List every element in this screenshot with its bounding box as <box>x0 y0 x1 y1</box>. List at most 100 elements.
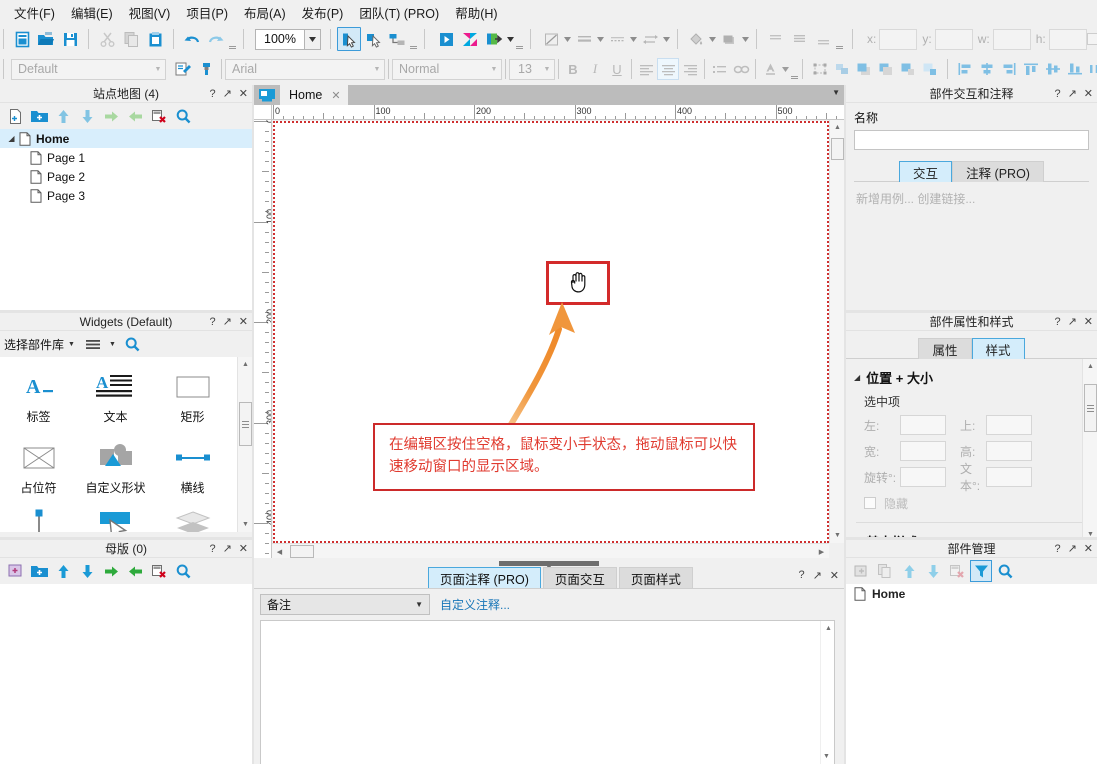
widgets-grid[interactable]: A 标签 A 文本 矩形 占位符 自定义形状 横线 ▲ ▼ <box>0 357 252 532</box>
top-field[interactable] <box>986 415 1032 435</box>
float-icon[interactable]: ↗ <box>1068 543 1077 555</box>
scroll-right-icon[interactable]: ▶ <box>814 544 829 559</box>
scrollbar-thumb[interactable] <box>239 402 252 446</box>
toolbar-overflow[interactable] <box>515 27 524 51</box>
align-objects-center-icon[interactable] <box>976 58 998 80</box>
w-field[interactable] <box>992 28 1031 50</box>
widget-library-select[interactable]: 选择部件库 <box>4 336 64 353</box>
delete-icon[interactable] <box>148 105 170 127</box>
align-center-icon[interactable] <box>657 58 679 80</box>
help-icon[interactable]: ? <box>798 569 804 582</box>
select-relative-icon[interactable] <box>337 27 361 51</box>
preview-icon[interactable] <box>434 27 458 51</box>
scrollbar-thumb[interactable] <box>1084 384 1097 432</box>
masters-list[interactable] <box>0 584 252 764</box>
close-icon[interactable]: ✕ <box>239 88 248 100</box>
chevron-down-icon[interactable]: ▼ <box>68 341 75 348</box>
float-icon[interactable]: ↗ <box>813 569 822 582</box>
menu-publish[interactable]: 发布(P) <box>294 0 352 25</box>
fill-color-icon[interactable] <box>684 27 708 51</box>
text-rotate-field[interactable] <box>986 467 1032 487</box>
float-icon[interactable]: ↗ <box>223 88 232 100</box>
select-contained-icon[interactable] <box>361 27 385 51</box>
sitemap-item-page2[interactable]: Page 2 <box>0 167 252 186</box>
distribute-horizontal-icon[interactable] <box>1086 58 1097 80</box>
widget-custom-shape[interactable]: 自定义形状 <box>77 434 154 505</box>
menu-layout[interactable]: 布局(A) <box>236 0 294 25</box>
tab-style[interactable]: 样式 <box>971 338 1025 359</box>
left-field[interactable] <box>900 415 946 435</box>
menu-edit[interactable]: 编辑(E) <box>63 0 121 25</box>
align-objects-right-icon[interactable] <box>998 58 1020 80</box>
properties-scrollbar[interactable]: ▲ ▼ <box>1082 359 1097 542</box>
toolbar-overflow[interactable] <box>790 57 799 81</box>
sitemap-item-page3[interactable]: Page 3 <box>0 186 252 205</box>
scroll-up-icon[interactable]: ▲ <box>238 357 252 372</box>
align-objects-top-icon[interactable] <box>1020 58 1042 80</box>
scrollbar-thumb[interactable] <box>290 545 314 558</box>
italic-button[interactable]: I <box>584 58 606 80</box>
properties-manager-splitter[interactable] <box>846 537 1097 540</box>
help-icon[interactable]: ? <box>1054 543 1060 555</box>
link-icon[interactable] <box>730 58 752 80</box>
indent-left-icon[interactable] <box>124 105 146 127</box>
widget-manager-list[interactable]: Home <box>846 584 1097 764</box>
custom-note-link[interactable]: 自定义注释... <box>440 596 510 613</box>
font-color-icon[interactable] <box>759 58 781 80</box>
scroll-up-icon[interactable]: ▲ <box>821 621 836 636</box>
widget-hline[interactable]: 横线 <box>154 434 231 505</box>
chevron-down-icon[interactable] <box>629 27 638 51</box>
menu-file[interactable]: 文件(F) <box>6 0 63 25</box>
group-icon[interactable] <box>809 58 831 80</box>
widget-style-combo[interactable]: Default ▼ <box>11 58 166 80</box>
scroll-up-icon[interactable]: ▲ <box>830 120 845 135</box>
indent-right-icon[interactable] <box>100 560 122 582</box>
open-file-icon[interactable] <box>34 27 58 51</box>
tab-page-style[interactable]: 页面样式 <box>618 567 693 588</box>
chevron-down-icon[interactable] <box>781 57 790 81</box>
fill-style-icon[interactable] <box>539 27 563 51</box>
widget-placeholder[interactable]: 占位符 <box>0 434 77 505</box>
bold-button[interactable]: B <box>562 58 584 80</box>
float-icon[interactable]: ↗ <box>223 316 232 328</box>
close-icon[interactable]: ✕ <box>1084 316 1093 328</box>
generate-html-icon[interactable] <box>482 27 506 51</box>
align-top-icon[interactable] <box>763 27 787 51</box>
x-field[interactable] <box>879 28 918 50</box>
widget-manager-item[interactable]: Home <box>846 584 1097 604</box>
float-icon[interactable]: ↗ <box>1068 316 1077 328</box>
scroll-down-icon[interactable]: ▼ <box>830 528 845 543</box>
close-icon[interactable]: ✕ <box>830 569 839 582</box>
send-to-back-icon[interactable] <box>875 58 897 80</box>
menu-project[interactable]: 项目(P) <box>178 0 236 25</box>
rotate-field[interactable] <box>900 467 946 487</box>
close-icon[interactable]: ✕ <box>331 89 340 102</box>
bullet-list-icon[interactable] <box>708 58 730 80</box>
font-weight-combo[interactable]: Normal ▼ <box>392 58 502 80</box>
widget-text[interactable]: A 文本 <box>77 363 154 434</box>
add-master-icon[interactable] <box>4 560 26 582</box>
hidden-checkbox[interactable] <box>1086 33 1097 45</box>
align-bottom-icon[interactable] <box>811 27 835 51</box>
widgets-scrollbar[interactable]: ▲ ▼ <box>237 357 252 532</box>
move-up-icon[interactable] <box>898 560 920 582</box>
widget-menu-icon[interactable] <box>83 333 105 355</box>
sitemap-widgets-splitter[interactable] <box>0 310 252 313</box>
tab-page-interactions[interactable]: 页面交互 <box>542 567 617 588</box>
annotation-note-box[interactable]: 在编辑区按住空格，鼠标变小手状态，拖动鼠标可以快速移动窗口的显示区域。 <box>373 423 755 491</box>
y-field[interactable] <box>934 28 973 50</box>
toolbar-overflow[interactable] <box>228 27 237 51</box>
tab-page-notes[interactable]: 页面注释 (PRO) <box>428 567 541 588</box>
toolbar-overflow[interactable] <box>409 27 418 51</box>
close-icon[interactable]: ✕ <box>239 316 248 328</box>
widgets-masters-splitter[interactable] <box>0 537 252 540</box>
zoom-dropdown-icon[interactable] <box>305 28 321 50</box>
chevron-down-icon[interactable] <box>596 27 605 51</box>
left-splitter[interactable] <box>252 85 254 764</box>
delete-icon[interactable] <box>148 560 170 582</box>
vertical-ruler[interactable]: 0 100 200 300 400 <box>254 120 272 558</box>
close-icon[interactable]: ✕ <box>1084 543 1093 555</box>
add-folder-icon[interactable] <box>28 105 50 127</box>
duplicate-icon[interactable] <box>874 560 896 582</box>
save-file-icon[interactable] <box>58 27 82 51</box>
